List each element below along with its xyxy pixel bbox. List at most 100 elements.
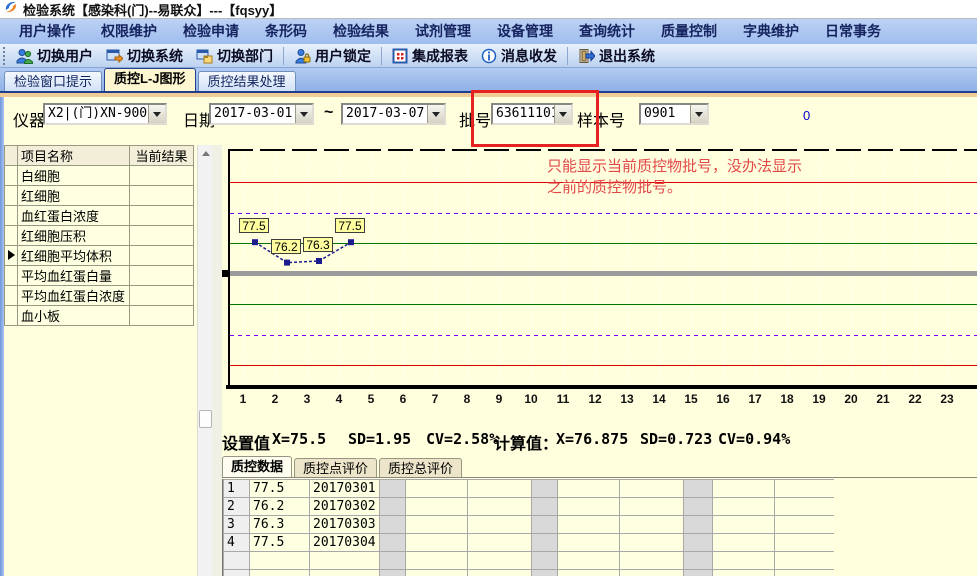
item-name[interactable]: 白细胞 xyxy=(17,165,130,186)
qc-grid-cell xyxy=(682,551,713,570)
item-result xyxy=(129,265,194,286)
menu-item-2[interactable]: 检验申请 xyxy=(170,19,252,44)
item-name[interactable]: 红细胞平均体积 xyxy=(17,245,130,266)
tab-qc-result-process[interactable]: 质控结果处理 xyxy=(197,71,296,91)
point-value-label: 77.5 xyxy=(239,218,269,233)
tab-qc-total-review[interactable]: 质控总评价 xyxy=(379,458,463,478)
app-window: 检验系统【感染科(门)--易联众】---【fqsyy】 用户操作 权限维护 检验申请… xyxy=(0,0,977,576)
row-indicator xyxy=(4,265,18,286)
message-button[interactable]: 消息收发 xyxy=(476,45,562,67)
app-logo-icon xyxy=(4,0,18,19)
menu-item-8[interactable]: 质量控制 xyxy=(648,19,730,44)
item-result xyxy=(129,225,194,246)
menu-item-1[interactable]: 权限维护 xyxy=(88,19,170,44)
date-from-combobox[interactable]: 2017-03-01 xyxy=(209,103,314,125)
item-row[interactable]: 平均血红蛋白浓度 xyxy=(4,285,194,306)
date-to-combobox[interactable]: 2017-03-07 xyxy=(341,103,446,125)
item-row[interactable]: 血红蛋白浓度 xyxy=(4,205,194,226)
tab-qc-lj-chart[interactable]: 质控L-J图形 xyxy=(104,68,196,91)
chevron-down-icon[interactable] xyxy=(427,105,444,123)
switch-dept-icon xyxy=(196,48,213,64)
item-result xyxy=(129,305,194,326)
lj-control-chart: 1 2 3 4 5 6 7 8 9 10 11 12 13 14 15 16 17 18 19 20 21 22 23 77.… xyxy=(222,145,977,417)
data-point-marker xyxy=(316,258,322,264)
calc-sd: SD=0.723 xyxy=(640,430,713,448)
qc-grid-row[interactable] xyxy=(223,569,834,576)
qc-grid-row[interactable]: 4 77.5 20170304 xyxy=(223,533,834,552)
set-x: X=75.5 xyxy=(272,430,327,448)
item-result xyxy=(129,205,194,226)
scrollbar-thumb[interactable] xyxy=(199,410,212,428)
qc-grid-cell xyxy=(773,533,834,552)
tab-qc-point-review[interactable]: 质控点评价 xyxy=(294,458,378,478)
qc-grid-cell xyxy=(309,551,380,570)
qc-grid-cell xyxy=(711,533,775,552)
menu-item-7[interactable]: 查询统计 xyxy=(566,19,648,44)
qc-grid-cell xyxy=(618,551,684,570)
menu-item-5[interactable]: 试剂管理 xyxy=(402,19,484,44)
item-row[interactable]: 红细胞 xyxy=(4,185,194,206)
panel-splitter[interactable] xyxy=(212,145,222,576)
item-result xyxy=(129,185,194,206)
qc-grid-cell xyxy=(309,569,380,576)
tab-exam-window-hint[interactable]: 检验窗口提示 xyxy=(4,71,103,91)
toolbar-button-label: 集成报表 xyxy=(412,47,468,64)
menu-item-9[interactable]: 字典维护 xyxy=(730,19,812,44)
item-name[interactable]: 红细胞压积 xyxy=(17,225,130,246)
chevron-down-icon[interactable] xyxy=(295,105,312,123)
instrument-combobox[interactable]: X2|(门)XN-900 xyxy=(43,103,167,125)
menu-item-10[interactable]: 日常事务 xyxy=(812,19,894,44)
toolbar-button-label: 消息收发 xyxy=(501,47,557,64)
data-point-marker xyxy=(284,259,290,266)
qc-grid-cell xyxy=(223,551,250,570)
row-indicator xyxy=(4,165,18,186)
chevron-down-icon[interactable] xyxy=(148,105,165,123)
data-point-marker xyxy=(252,239,258,246)
point-value-label: 76.3 xyxy=(303,237,333,252)
chevron-down-icon[interactable] xyxy=(690,105,707,123)
row-indicator xyxy=(4,205,18,226)
item-name[interactable]: 血小板 xyxy=(17,305,130,326)
switch-system-button[interactable]: 切换系统 xyxy=(101,45,188,67)
left-scrollbar[interactable] xyxy=(197,145,212,576)
qc-grid-cell xyxy=(711,515,775,534)
qc-grid-cell xyxy=(530,497,558,516)
switch-dept-button[interactable]: 切换部门 xyxy=(191,45,278,67)
qc-grid-row[interactable]: 3 76.3 20170303 xyxy=(223,515,834,534)
user-lock-button[interactable]: 用户锁定 xyxy=(289,45,376,67)
qc-grid-row[interactable]: 2 76.2 20170302 xyxy=(223,497,834,516)
qc-grid-cell xyxy=(404,551,468,570)
exit-button[interactable]: 退出系统 xyxy=(573,45,660,67)
calc-x: X=76.875 xyxy=(556,430,629,448)
qc-grid-row[interactable] xyxy=(223,551,834,570)
item-name[interactable]: 平均血红蛋白量 xyxy=(17,265,130,286)
qc-grid-row[interactable]: 1 77.5 20170301 xyxy=(223,479,834,498)
item-result xyxy=(129,285,194,306)
scroll-up-icon[interactable] xyxy=(199,147,212,160)
sample-value: 0901 xyxy=(644,106,676,121)
item-row[interactable]: 红细胞平均体积 xyxy=(4,245,194,266)
switch-user-button[interactable]: 切换用户 xyxy=(11,45,98,67)
item-result xyxy=(129,165,194,186)
item-name[interactable]: 红细胞 xyxy=(17,185,130,206)
item-name[interactable]: 平均血红蛋白浓度 xyxy=(17,285,130,306)
toolbar-button-label: 切换系统 xyxy=(127,47,183,64)
item-name[interactable]: 血红蛋白浓度 xyxy=(17,205,130,226)
item-row[interactable]: 红细胞压积 xyxy=(4,225,194,246)
report-button[interactable]: 集成报表 xyxy=(387,45,473,67)
item-row[interactable]: 白细胞 xyxy=(4,165,194,186)
qc-tab-baseline xyxy=(222,477,977,478)
record-counter: 0 xyxy=(803,108,811,123)
qc-grid-cell xyxy=(682,569,713,576)
menu-item-0[interactable]: 用户操作 xyxy=(6,19,88,44)
menu-item-4[interactable]: 检验结果 xyxy=(320,19,402,44)
item-row[interactable]: 血小板 xyxy=(4,305,194,326)
menu-item-3[interactable]: 条形码 xyxy=(252,19,320,44)
qc-grid-cell xyxy=(773,479,834,498)
toolbar-button-label: 退出系统 xyxy=(599,47,655,64)
menu-item-6[interactable]: 设备管理 xyxy=(484,19,566,44)
sample-combobox[interactable]: 0901 xyxy=(639,103,709,125)
item-row[interactable]: 平均血红蛋白量 xyxy=(4,265,194,286)
tab-qc-data[interactable]: 质控数据 xyxy=(222,456,293,478)
report-icon xyxy=(392,48,408,64)
